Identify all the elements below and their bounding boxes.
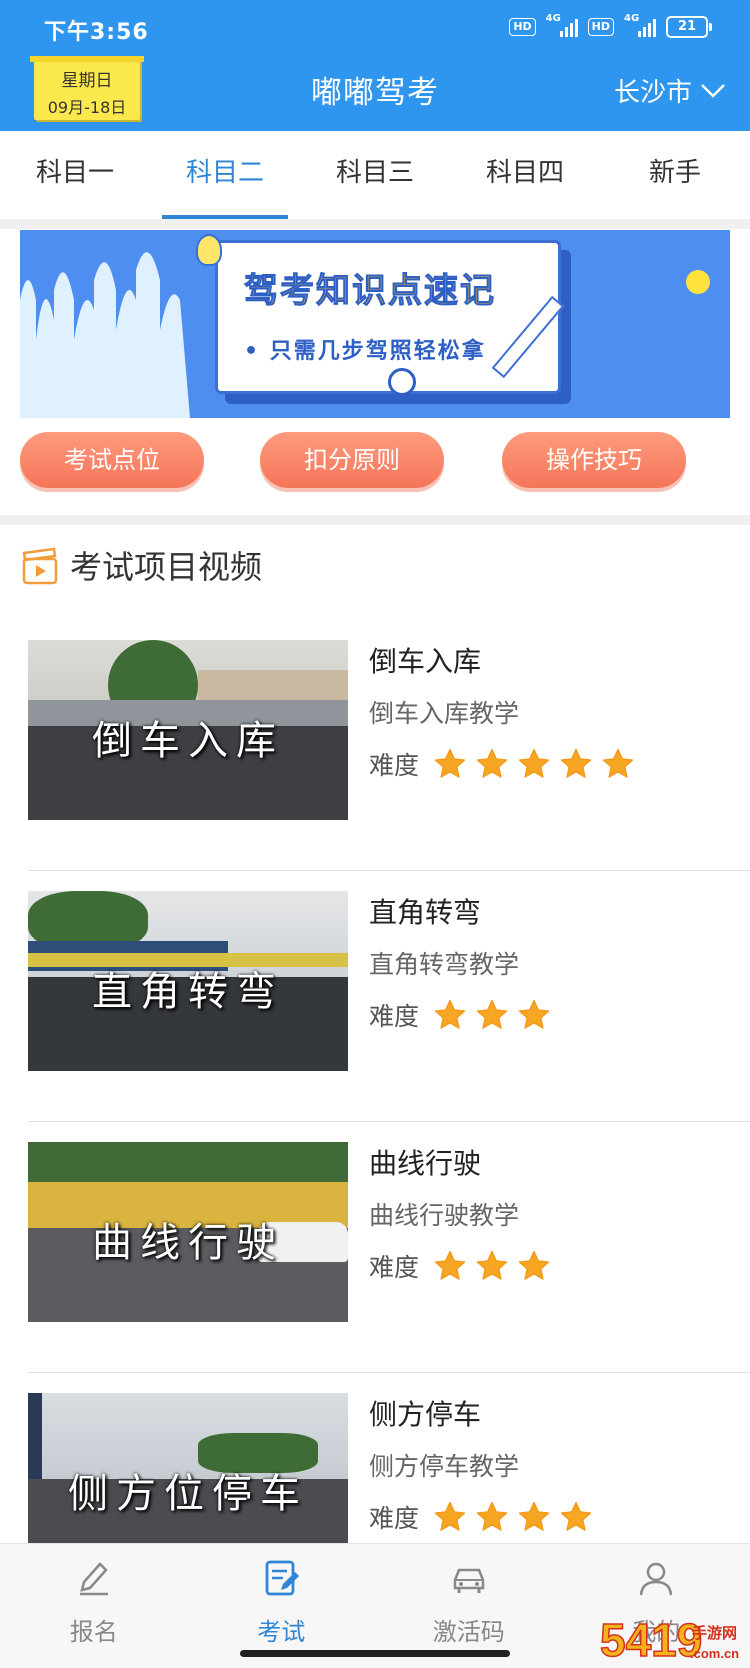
star-icon (475, 1249, 509, 1283)
star-rating (425, 1500, 593, 1534)
star-icon (517, 1500, 551, 1534)
video-clapper-icon (22, 545, 58, 585)
signal-icon: 4G (546, 17, 578, 37)
star-icon (517, 747, 551, 781)
tab-subject-2[interactable]: 科目二 (150, 131, 300, 219)
star-icon (559, 747, 593, 781)
sun-icon (686, 270, 710, 294)
list-item[interactable]: 倒车入库 倒车入库 倒车入库教学 难度 (28, 620, 750, 870)
nav-label: 报名 (0, 1612, 188, 1647)
difficulty-rating: 难度 (369, 1499, 593, 1535)
video-title: 直角转弯 (369, 891, 481, 931)
video-subtitle: 倒车入库教学 (369, 694, 519, 730)
star-icon (475, 998, 509, 1032)
nav-label: 考试 (188, 1612, 376, 1647)
drip-decoration-icon (20, 230, 190, 418)
tab-subject-4[interactable]: 科目四 (450, 131, 600, 219)
star-icon (517, 998, 551, 1032)
star-icon (475, 1500, 509, 1534)
star-icon (433, 998, 467, 1032)
chevron-down-icon (700, 83, 726, 99)
difficulty-label: 难度 (369, 1499, 419, 1535)
thumbnail-caption: 直角转弯 (28, 959, 348, 1017)
banner-title: 驾考知识点速记 (244, 263, 496, 312)
city-label: 长沙市 (614, 72, 692, 109)
video-title: 倒车入库 (369, 640, 481, 680)
tab-beginner[interactable]: 新手 (600, 131, 750, 219)
divider (0, 219, 750, 229)
list-item[interactable]: 曲线行驶 曲线行驶 曲线行驶教学 难度 (28, 1121, 750, 1372)
thumbnail-caption: 倒车入库 (28, 708, 348, 766)
nav-label: 激活码 (375, 1612, 563, 1647)
video-subtitle: 侧方停车教学 (369, 1447, 519, 1483)
section-title: 考试项目视频 (70, 542, 262, 588)
star-rating (425, 998, 551, 1032)
user-icon (636, 1558, 676, 1598)
star-icon (601, 747, 635, 781)
difficulty-label: 难度 (369, 746, 419, 782)
operation-tips-button[interactable]: 操作技巧 (502, 432, 686, 488)
star-icon (475, 747, 509, 781)
video-subtitle: 直角转弯教学 (369, 945, 519, 981)
video-thumbnail: 曲线行驶 (28, 1142, 348, 1322)
star-icon (433, 747, 467, 781)
subject-tabs: 科目一 科目二 科目三 科目四 新手 (0, 131, 750, 220)
difficulty-rating: 难度 (369, 997, 551, 1033)
promo-banner[interactable]: 驾考知识点速记 • 只需几步驾照轻松拿 (20, 230, 730, 418)
video-thumbnail: 倒车入库 (28, 640, 348, 820)
difficulty-rating: 难度 (369, 746, 635, 782)
difficulty-label: 难度 (369, 1248, 419, 1284)
watermark-site: 手游网 (692, 1624, 737, 1642)
car-icon (449, 1558, 489, 1598)
star-icon (559, 1500, 593, 1534)
difficulty-rating: 难度 (369, 1248, 551, 1284)
quick-buttons: 考试点位 扣分原则 操作技巧 (20, 432, 730, 492)
video-subtitle: 曲线行驶教学 (369, 1196, 519, 1232)
tab-subject-3[interactable]: 科目三 (300, 131, 450, 219)
tab-subject-1[interactable]: 科目一 (0, 131, 150, 219)
difficulty-label: 难度 (369, 997, 419, 1033)
app-header: 下午3:56 HD 4G HD 4G 21 星期日 09月-18日 嘟嘟驾考 长… (0, 0, 750, 131)
video-title: 曲线行驶 (369, 1142, 481, 1182)
signal-icon: 4G (624, 17, 656, 37)
star-rating (425, 747, 635, 781)
hd-badge: HD (588, 18, 614, 36)
star-icon (433, 1249, 467, 1283)
star-icon (517, 1249, 551, 1283)
network-type: 4G (624, 13, 639, 24)
section-header: 考试项目视频 (22, 540, 262, 590)
banner-subtitle: • 只需几步驾照轻松拿 (244, 333, 486, 365)
watermark-domain: .com.cn (690, 1646, 739, 1661)
home-indicator[interactable] (240, 1650, 510, 1657)
star-icon (433, 1500, 467, 1534)
exam-location-button[interactable]: 考试点位 (20, 432, 204, 488)
city-selector[interactable]: 长沙市 (614, 72, 726, 109)
status-icons: HD 4G HD 4G 21 (509, 16, 708, 38)
deduction-rules-button[interactable]: 扣分原则 (260, 432, 444, 488)
video-title: 侧方停车 (369, 1393, 481, 1433)
status-time: 下午3:56 (44, 14, 149, 46)
thumbnail-caption: 曲线行驶 (28, 1210, 348, 1268)
pen-icon (74, 1558, 114, 1598)
lightbulb-icon (196, 234, 222, 266)
video-thumbnail: 直角转弯 (28, 891, 348, 1071)
exam-paper-icon (261, 1558, 301, 1598)
hd-badge: HD (509, 18, 535, 36)
network-type: 4G (546, 13, 561, 24)
video-list: 倒车入库 倒车入库 倒车入库教学 难度 直角转弯 直角转弯 直角转弯教学 难度 (28, 620, 750, 1623)
thumbnail-caption: 侧方位停车 (28, 1461, 348, 1519)
magnifier-icon (388, 368, 416, 396)
battery-icon: 21 (666, 16, 708, 38)
site-watermark-logo: 5419 手游网 .com.cn (598, 1612, 750, 1667)
star-rating (425, 1249, 551, 1283)
list-item[interactable]: 直角转弯 直角转弯 直角转弯教学 难度 (28, 870, 750, 1121)
nav-item-signup[interactable]: 报名 (0, 1544, 188, 1668)
watermark-number: 5419 (600, 1614, 702, 1666)
divider (0, 515, 750, 525)
